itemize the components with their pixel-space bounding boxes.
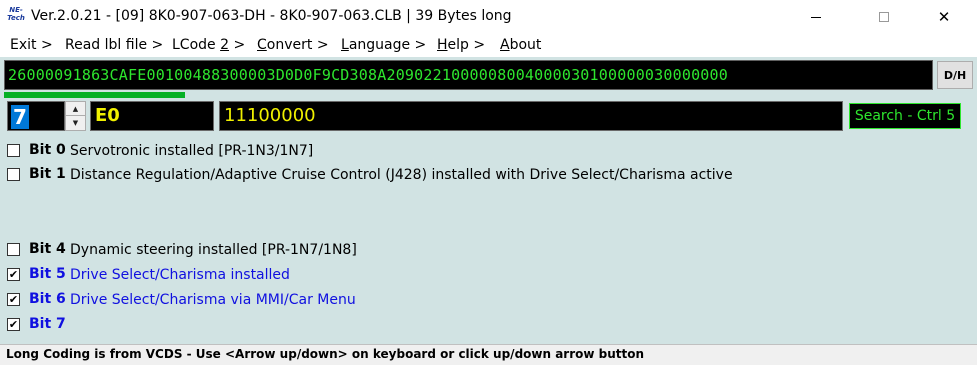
status-bar: Long Coding is from VCDS - Use <Arrow up… xyxy=(0,344,977,365)
menu-help[interactable]: Help > xyxy=(437,37,485,53)
bit-1-checkbox[interactable] xyxy=(7,168,20,181)
menu-language[interactable]: Language > xyxy=(341,37,426,53)
menu-help-accel: H xyxy=(437,37,448,53)
menu-language-accel: L xyxy=(341,37,349,53)
menu-help-text: elp > xyxy=(447,37,486,53)
spin-down-arrow-icon[interactable]: ▼ xyxy=(66,116,85,130)
coding-progress-fill xyxy=(4,92,186,98)
app-logo-icon: NE-Tech xyxy=(7,6,25,22)
bit-1-label: Bit 1 xyxy=(29,166,66,182)
menu-lcode2-text: LCode xyxy=(172,37,221,53)
close-icon: ✕ xyxy=(937,8,951,26)
bit-row-0[interactable]: Bit 0 Servotronic installed [PR-1N3/1N7] xyxy=(7,141,967,161)
bit-5-checkbox[interactable]: ✔ xyxy=(7,268,20,281)
dec-hex-toggle-button[interactable]: D/H xyxy=(937,61,973,89)
minimize-icon xyxy=(811,16,821,18)
bit-0-label: Bit 0 xyxy=(29,142,66,158)
bit-1-description: Distance Regulation/Adaptive Cruise Cont… xyxy=(70,167,733,183)
menu-about-accel: A xyxy=(500,37,510,53)
coding-progress-bar xyxy=(4,92,933,98)
bit-5-label: Bit 5 xyxy=(29,266,66,282)
close-button[interactable]: ✕ xyxy=(921,0,967,34)
bit-6-checkbox[interactable]: ✔ xyxy=(7,293,20,306)
bit-7-checkbox[interactable]: ✔ xyxy=(7,318,20,331)
menu-convert-accel: C xyxy=(257,37,267,53)
menu-convert[interactable]: Convert > xyxy=(257,37,329,53)
minimize-button[interactable] xyxy=(793,0,839,34)
menu-convert-text: onvert > xyxy=(266,37,329,53)
byte-index-spinner[interactable]: ▲ ▼ xyxy=(65,101,86,131)
bit-0-checkbox[interactable] xyxy=(7,144,20,157)
bit-6-label: Bit 6 xyxy=(29,291,66,307)
menu-lcode2-accel: 2 xyxy=(220,37,230,53)
bit-5-description: Drive Select/Charisma installed xyxy=(70,267,290,283)
bit-row-4[interactable]: Bit 4 Dynamic steering installed [PR-1N7… xyxy=(7,240,967,260)
menu-about[interactable]: About xyxy=(500,37,541,53)
bit-row-6[interactable]: ✔ Bit 6 Drive Select/Charisma via MMI/Ca… xyxy=(7,290,967,310)
byte-index-field[interactable]: 7 xyxy=(7,101,65,131)
bit-4-checkbox[interactable] xyxy=(7,243,20,256)
title-bar: NE-Tech Ver.2.0.21 - [09] 8K0-907-063-DH… xyxy=(0,0,977,34)
maximize-button[interactable] xyxy=(861,0,907,34)
search-button[interactable]: Search - Ctrl 5 xyxy=(849,103,961,129)
byte-index-value: 7 xyxy=(11,105,29,129)
long-coding-hex-field[interactable]: 26000091863CAFE00100488300003D0D0F9CD308… xyxy=(4,60,933,90)
menu-lcode2[interactable]: LCode 2 > xyxy=(172,37,245,53)
bit-row-5[interactable]: ✔ Bit 5 Drive Select/Charisma installed xyxy=(7,265,967,285)
bit-7-label: Bit 7 xyxy=(29,316,66,332)
menu-language-text: anguage > xyxy=(348,37,427,53)
window-title: Ver.2.0.21 - [09] 8K0-907-063-DH - 8K0-9… xyxy=(31,8,512,24)
menu-bar: Exit > Read lbl file > LCode 2 > Convert… xyxy=(0,34,977,57)
bit-row-7[interactable]: ✔ Bit 7 xyxy=(7,315,967,335)
status-text: Long Coding is from VCDS - Use <Arrow up… xyxy=(6,347,645,361)
menu-lcode2-arrow: > xyxy=(229,37,246,53)
spin-up-arrow-icon[interactable]: ▲ xyxy=(66,102,85,116)
maximize-icon xyxy=(879,12,889,22)
bit-row-1[interactable]: Bit 1 Distance Regulation/Adaptive Cruis… xyxy=(7,165,967,185)
menu-about-text: bout xyxy=(509,37,542,53)
bit-4-description: Dynamic steering installed [PR-1N7/1N8] xyxy=(70,242,357,258)
menu-exit[interactable]: Exit > xyxy=(10,37,53,53)
byte-hex-field[interactable]: E0 xyxy=(90,101,214,131)
bit-0-description: Servotronic installed [PR-1N3/1N7] xyxy=(70,143,314,159)
byte-binary-field[interactable]: 11100000 xyxy=(219,101,843,131)
menu-read-lbl-file[interactable]: Read lbl file > xyxy=(65,37,163,53)
bit-4-label: Bit 4 xyxy=(29,241,66,257)
bit-6-description: Drive Select/Charisma via MMI/Car Menu xyxy=(70,292,356,308)
